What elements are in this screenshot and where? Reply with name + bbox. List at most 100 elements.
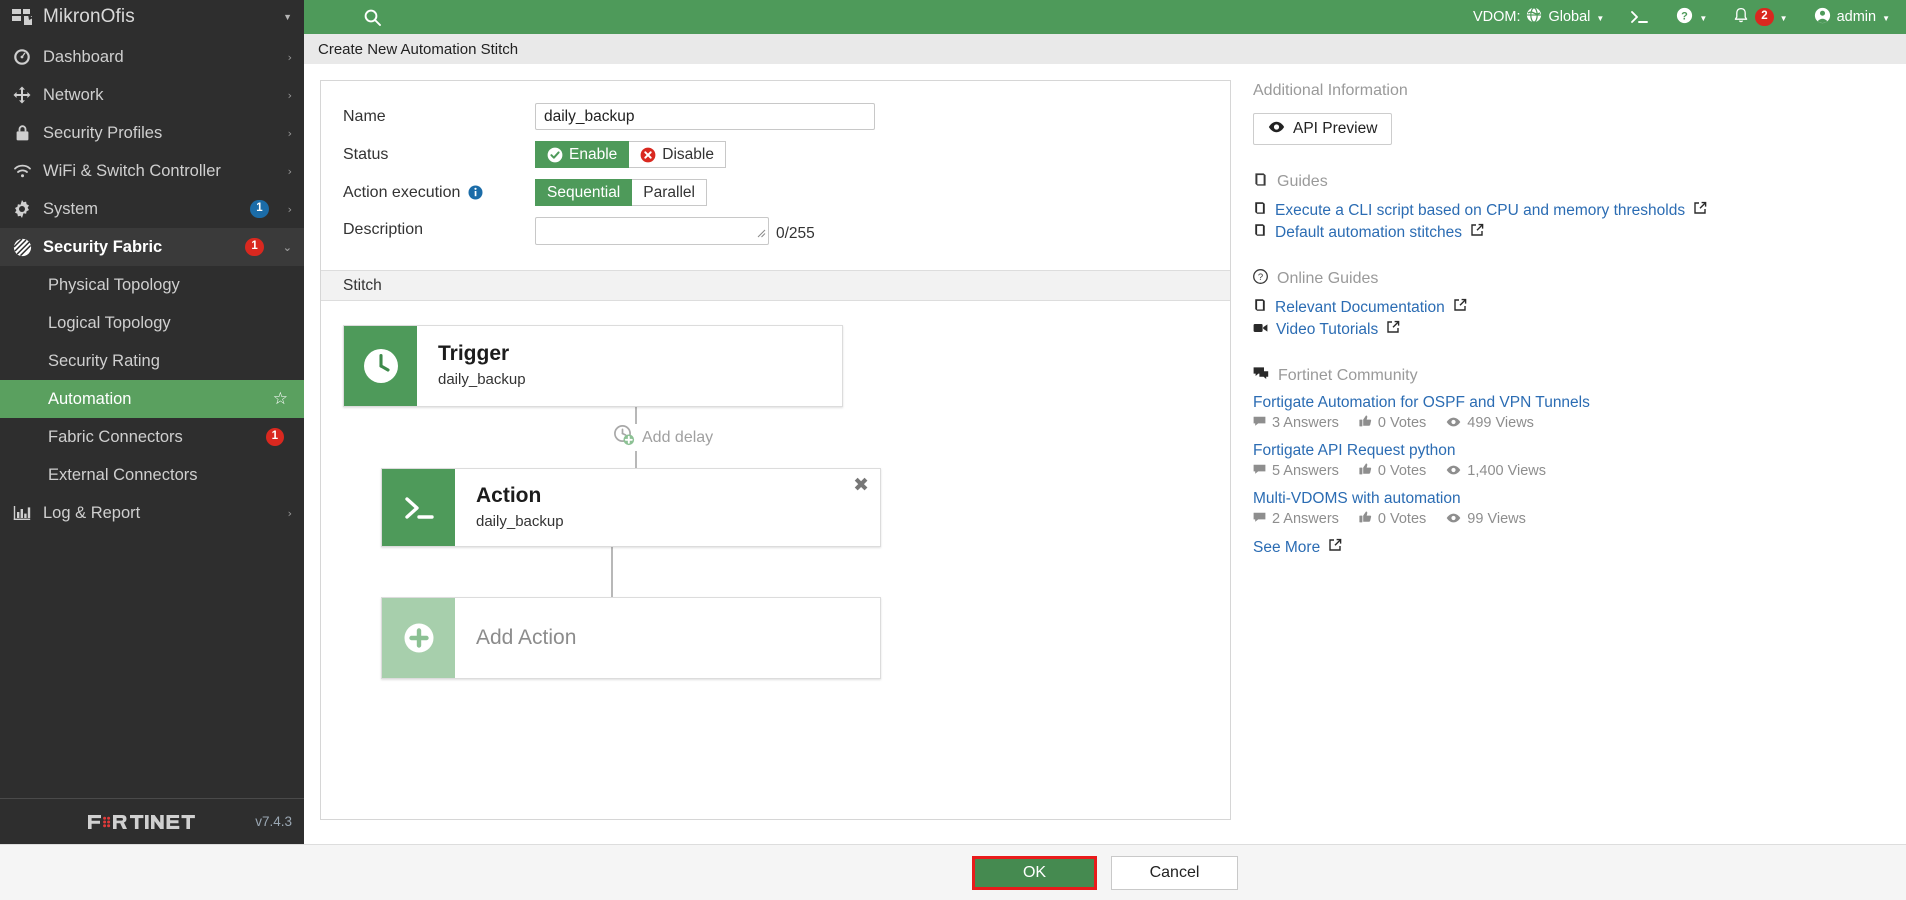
- views-count: 499 Views: [1467, 415, 1534, 431]
- sidebar-item-logical-topology[interactable]: Logical Topology: [0, 304, 304, 342]
- action-node[interactable]: Action daily_backup ✖: [381, 468, 881, 547]
- community-post[interactable]: Multi-VDOMS with automation 2 Answers 0 …: [1253, 490, 1886, 527]
- vdom-label: VDOM:: [1472, 9, 1521, 25]
- sidebar-item-automation[interactable]: Automation ☆: [0, 380, 304, 418]
- guide-link-label[interactable]: Default automation stitches: [1275, 224, 1462, 242]
- sidebar-item-dashboard[interactable]: Dashboard ›: [0, 38, 304, 76]
- community-post-title[interactable]: Fortigate Automation for OSPF and VPN Tu…: [1253, 394, 1886, 412]
- sidebar-item-external-connectors[interactable]: External Connectors: [0, 456, 304, 494]
- favorite-star-icon[interactable]: ☆: [273, 389, 288, 409]
- community-post-stats: 2 Answers 0 Votes 99 Views: [1253, 511, 1886, 527]
- search-icon[interactable]: [364, 0, 381, 34]
- trigger-node[interactable]: Trigger daily_backup: [343, 325, 843, 407]
- description-label: Description: [343, 221, 424, 238]
- sidebar-item-wifi-switch-controller[interactable]: WiFi & Switch Controller ›: [0, 152, 304, 190]
- svg-text:?: ?: [1258, 272, 1263, 283]
- views-count: 1,400 Views: [1467, 463, 1547, 479]
- brand-name: MikronOfis: [43, 6, 135, 27]
- main-content: Create New Automation Stitch Name Status: [304, 34, 1906, 844]
- notifications-button[interactable]: 2 ▼: [1733, 7, 1788, 28]
- version-label: v7.4.3: [255, 814, 292, 829]
- description-textarea[interactable]: [535, 217, 769, 245]
- community-post-stats: 5 Answers 0 Votes 1,400 Views: [1253, 463, 1886, 479]
- chevron-down-icon: ▼: [1779, 13, 1788, 23]
- votes-count: 0 Votes: [1377, 463, 1427, 479]
- resize-handle-icon[interactable]: [755, 225, 766, 243]
- sidebar-item-network[interactable]: Network ›: [0, 76, 304, 114]
- sidebar-footer: v7.4.3: [0, 798, 304, 844]
- see-more-button[interactable]: See More: [1253, 538, 1886, 557]
- vdom-value: Global: [1548, 9, 1591, 25]
- status-enable-button[interactable]: Enable: [535, 141, 630, 168]
- hamburger-icon[interactable]: [322, 0, 342, 34]
- chevron-right-icon: ›: [287, 88, 292, 102]
- status-toggle-group: Enable Disable: [535, 141, 726, 168]
- online-guides-heading: Online Guides: [1277, 270, 1379, 287]
- trigger-subtitle: daily_backup: [438, 371, 526, 389]
- close-icon[interactable]: ✖: [853, 476, 869, 495]
- action-parallel-button[interactable]: Parallel: [632, 179, 707, 206]
- community-post[interactable]: Fortigate API Request python 5 Answers 0…: [1253, 442, 1886, 479]
- user-avatar-icon: [1814, 7, 1831, 28]
- guide-link-row[interactable]: Execute a CLI script based on CPU and me…: [1253, 201, 1886, 220]
- status-disable-button[interactable]: Disable: [629, 141, 726, 168]
- times-circle-icon: [640, 147, 656, 163]
- name-input[interactable]: [535, 103, 875, 130]
- sidebar-item-label: Network: [43, 85, 104, 104]
- info-icon[interactable]: [468, 185, 483, 200]
- additional-info-heading: Additional Information: [1253, 82, 1408, 99]
- action-title: Action: [476, 483, 542, 507]
- sidebar-item-log-report[interactable]: Log & Report ›: [0, 494, 304, 532]
- comment-icon: [1253, 463, 1266, 479]
- online-guides-section-header: ? Online Guides: [1253, 269, 1886, 289]
- brand-area[interactable]: MikronOfis ▼: [0, 0, 304, 34]
- guide-link-label[interactable]: Execute a CLI script based on CPU and me…: [1275, 202, 1685, 220]
- page-title: Create New Automation Stitch: [304, 34, 1906, 64]
- thumbs-up-icon: [1359, 463, 1372, 479]
- add-action-node[interactable]: Add Action: [381, 597, 881, 679]
- cli-script-icon: [382, 469, 455, 546]
- guide-link-row[interactable]: Default automation stitches: [1253, 223, 1886, 242]
- community-post-title[interactable]: Fortigate API Request python: [1253, 442, 1886, 460]
- community-post[interactable]: Fortigate Automation for OSPF and VPN Tu…: [1253, 394, 1886, 431]
- online-guide-link-label[interactable]: Relevant Documentation: [1275, 299, 1445, 317]
- sidebar-item-security-fabric[interactable]: Security Fabric 1 ⌄: [0, 228, 304, 266]
- online-guide-link-label[interactable]: Video Tutorials: [1276, 321, 1378, 339]
- dialog-footer: OK Cancel: [0, 844, 1906, 900]
- answers-count: 5 Answers: [1272, 463, 1339, 479]
- views-stat: 499 Views: [1446, 415, 1534, 431]
- connector-line: [611, 547, 613, 597]
- sidebar-item-system[interactable]: System 1 ›: [0, 190, 304, 228]
- action-sequential-button[interactable]: Sequential: [535, 179, 633, 206]
- notification-count-badge: 2: [1755, 8, 1774, 26]
- name-label: Name: [343, 107, 386, 125]
- status-disable-label: Disable: [662, 145, 714, 163]
- chevron-down-icon[interactable]: ▼: [283, 12, 292, 22]
- vdom-selector[interactable]: VDOM: Global ▼: [1473, 7, 1604, 27]
- cancel-button[interactable]: Cancel: [1111, 855, 1238, 890]
- help-icon: ?: [1676, 7, 1693, 28]
- help-button[interactable]: ? ▼: [1676, 7, 1707, 28]
- cli-console-icon[interactable]: [1630, 9, 1650, 25]
- online-guide-link-row[interactable]: Video Tutorials: [1253, 320, 1886, 339]
- sidebar-item-label: Automation: [48, 389, 132, 408]
- sidebar-badge-fabric-connectors: 1: [265, 428, 284, 446]
- eye-icon: [1446, 463, 1461, 479]
- ok-button[interactable]: OK: [975, 858, 1094, 887]
- sidebar-item-physical-topology[interactable]: Physical Topology: [0, 266, 304, 304]
- api-preview-button[interactable]: API Preview: [1253, 113, 1393, 145]
- community-post-title[interactable]: Multi-VDOMS with automation: [1253, 490, 1886, 508]
- add-delay-button[interactable]: Add delay: [613, 424, 713, 451]
- sidebar-item-security-profiles[interactable]: Security Profiles ›: [0, 114, 304, 152]
- sidebar-item-fabric-connectors[interactable]: Fabric Connectors 1: [0, 418, 304, 456]
- wifi-icon: [12, 163, 32, 179]
- user-menu[interactable]: admin ▼: [1814, 7, 1890, 28]
- votes-stat: 0 Votes: [1359, 415, 1426, 431]
- external-link-icon: [1470, 223, 1484, 242]
- clock-plus-icon: [613, 424, 635, 451]
- online-guide-link-row[interactable]: Relevant Documentation: [1253, 298, 1886, 317]
- external-link-icon: [1328, 538, 1342, 557]
- sidebar-badge-security-fabric: 1: [245, 238, 264, 256]
- sidebar-item-security-rating[interactable]: Security Rating: [0, 342, 304, 380]
- thumbs-up-icon: [1359, 511, 1372, 527]
